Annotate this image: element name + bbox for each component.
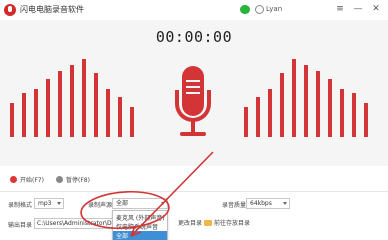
sound-bar (244, 107, 248, 137)
dropdown-option-all[interactable]: 全部 (113, 231, 167, 240)
close-icon[interactable]: ✕ (370, 3, 382, 15)
sound-bar (256, 97, 260, 137)
source-dropdown-menu: 麦克风 (外部声音) 仅电脑系统声音 全部 (112, 210, 168, 240)
control-bar: 开始(F7) 暂停(F8) (0, 166, 388, 192)
sound-bar (22, 93, 26, 137)
pause-label: 暂停(F8) (66, 177, 90, 184)
quality-select[interactable]: 64kbps (246, 198, 290, 209)
recorder-visual: 00:00:00 (0, 20, 388, 166)
folder-icon (204, 220, 212, 226)
minimize-icon[interactable]: — (352, 3, 364, 15)
sound-bar (94, 73, 98, 137)
dropdown-option-system[interactable]: 仅电脑系统声音 (116, 222, 158, 231)
format-label: 录制格式 (8, 202, 33, 209)
chevron-down-icon (283, 202, 287, 205)
sound-bar (364, 103, 368, 137)
sound-bar (46, 79, 50, 137)
sound-bar (352, 93, 356, 137)
sound-bar (268, 89, 272, 137)
dropdown-option-mic[interactable]: 麦克风 (外部声音) (116, 213, 165, 222)
sound-bar (118, 97, 122, 137)
chevron-down-icon (161, 202, 165, 205)
sound-bar (280, 73, 284, 137)
sound-bar (106, 89, 110, 137)
sound-bar (292, 59, 296, 137)
sound-bar (70, 65, 74, 137)
app-title: 闪电电脑录音软件 (20, 5, 84, 14)
change-dir-button[interactable]: 更改目录 (178, 218, 202, 229)
sound-bar (34, 89, 38, 137)
open-dir-button[interactable]: 前往存放目录 (204, 218, 250, 229)
wechat-icon[interactable] (240, 5, 250, 14)
start-label: 开始(F7) (20, 177, 44, 184)
sound-bar (130, 107, 134, 137)
menu-icon[interactable]: ≡ (334, 3, 346, 15)
pause-button[interactable]: 暂停(F8) (56, 175, 90, 184)
user-icon[interactable] (255, 5, 264, 14)
sound-bar (328, 79, 332, 137)
sound-bar (58, 71, 62, 137)
quality-label: 录音质量 (222, 202, 247, 209)
sound-bar (304, 65, 308, 137)
start-button[interactable]: 开始(F7) (10, 175, 44, 184)
app-logo-icon (4, 4, 16, 16)
microphone-base (180, 132, 206, 136)
user-name[interactable]: Lyan (266, 5, 282, 13)
title-bar: 闪电电脑录音软件 Lyan ≡ — ✕ (0, 0, 388, 20)
record-icon (10, 176, 17, 183)
sound-bar (316, 71, 320, 137)
format-select[interactable]: mp3 (34, 198, 64, 209)
sound-bar (10, 103, 14, 137)
settings-panel: 录制格式 mp3 录制声源 全部 录音质量 64kbps 输出目录 C:\Use… (0, 192, 388, 240)
sound-bar (340, 89, 344, 137)
source-label: 录制声源 (88, 202, 113, 209)
output-label: 输出目录 (8, 222, 33, 229)
sound-bar (82, 59, 86, 137)
pause-icon (56, 176, 63, 183)
source-select[interactable]: 全部 (112, 198, 168, 209)
chevron-down-icon (57, 202, 61, 205)
